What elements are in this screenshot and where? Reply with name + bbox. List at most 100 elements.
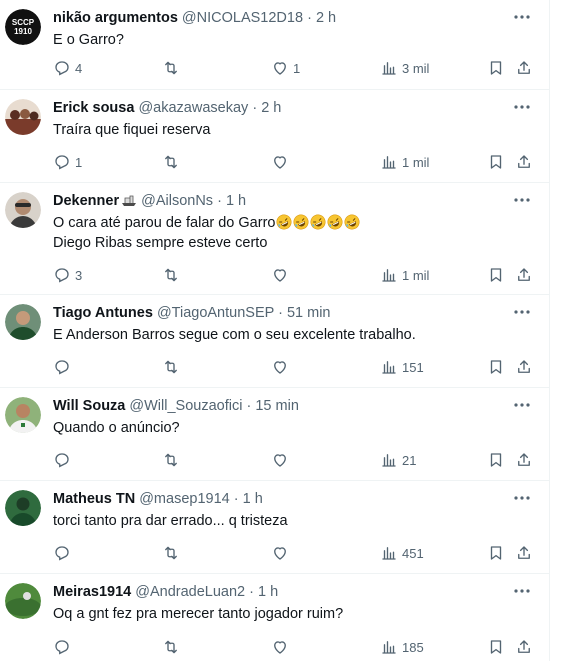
user-handle[interactable]: @masep1914: [139, 491, 230, 507]
bookmark-button[interactable]: [487, 637, 505, 657]
reply-button[interactable]: [53, 637, 75, 657]
views-button[interactable]: 151: [380, 357, 424, 377]
reply-icon: [55, 360, 69, 375]
reply-button[interactable]: 1: [53, 152, 82, 172]
timestamp[interactable]: 51 min: [287, 305, 331, 321]
share-button[interactable]: [515, 357, 533, 377]
share-icon: [518, 453, 530, 466]
avatar[interactable]: [5, 583, 41, 619]
more-options-icon[interactable]: [512, 583, 532, 599]
tweet[interactable]: Matheus TN @masep1914 · 1 h torci tanto …: [0, 481, 549, 574]
separator-dot: ·: [307, 10, 312, 26]
views-button[interactable]: 185: [380, 637, 424, 657]
user-handle[interactable]: @TiagoAntunSEP: [157, 305, 274, 321]
like-button[interactable]: [271, 450, 293, 470]
retweet-button[interactable]: [162, 450, 184, 470]
more-options-icon[interactable]: [512, 397, 532, 413]
display-name[interactable]: Dekenner: [53, 193, 119, 209]
share-icon: [518, 360, 530, 373]
share-button[interactable]: [515, 450, 533, 470]
tweet-text: torci tanto pra dar errado... q tristeza: [53, 511, 288, 531]
reply-button[interactable]: [53, 450, 75, 470]
like-button[interactable]: [271, 637, 293, 657]
bookmark-button[interactable]: [487, 265, 505, 285]
ship-emoji-icon: [121, 193, 137, 213]
bookmark-button[interactable]: [487, 543, 505, 563]
share-button[interactable]: [515, 152, 533, 172]
like-button[interactable]: [271, 543, 293, 563]
tweet-text-line: Traíra que fiquei reserva: [53, 122, 211, 138]
timestamp[interactable]: 1 h: [226, 193, 246, 209]
views-button[interactable]: 451: [380, 543, 424, 563]
share-button[interactable]: [515, 543, 533, 563]
avatar[interactable]: SCCP 1910: [5, 9, 41, 45]
avatar[interactable]: [5, 99, 41, 135]
share-button[interactable]: [515, 265, 533, 285]
user-handle[interactable]: @akazawasekay: [138, 100, 248, 116]
more-options-icon[interactable]: [512, 304, 532, 320]
reply-button[interactable]: 3: [53, 265, 82, 285]
avatar[interactable]: [5, 490, 41, 526]
like-button[interactable]: [271, 152, 293, 172]
retweet-button[interactable]: [162, 58, 184, 78]
display-name[interactable]: Meiras1914: [53, 584, 131, 600]
bookmark-button[interactable]: [487, 152, 505, 172]
more-options-icon[interactable]: [512, 99, 532, 115]
user-handle[interactable]: @AilsonNs: [141, 193, 213, 209]
tweet-header: Meiras1914 @AndradeLuan2 · 1 h: [53, 582, 278, 602]
more-options-icon[interactable]: [512, 9, 532, 25]
tweet-text-line: Quando o anúncio?: [53, 420, 180, 436]
like-button[interactable]: [271, 265, 293, 285]
tweet[interactable]: Erick sousa @akazawasekay · 2 h Traíra q…: [0, 90, 549, 183]
reply-button[interactable]: [53, 357, 75, 377]
display-name[interactable]: Tiago Antunes: [53, 305, 153, 321]
views-button[interactable]: 3 mil: [380, 58, 429, 78]
reply-button[interactable]: 4: [53, 58, 82, 78]
like-button[interactable]: 1: [271, 58, 300, 78]
views-button[interactable]: 1 mil: [380, 265, 429, 285]
retweet-button[interactable]: [162, 152, 184, 172]
display-name[interactable]: Erick sousa: [53, 100, 134, 116]
reply-button[interactable]: [53, 543, 75, 563]
bookmark-button[interactable]: [487, 450, 505, 470]
view-count: 185: [402, 639, 424, 655]
share-button[interactable]: [515, 58, 533, 78]
reply-count: 4: [75, 60, 83, 76]
user-handle[interactable]: @Will_Souzaofici: [129, 398, 242, 414]
reply-feed: SCCP 1910 nikão argumentos @NICOLAS12D18…: [0, 0, 550, 661]
retweet-button[interactable]: [162, 637, 184, 657]
more-options-icon[interactable]: [512, 192, 532, 208]
display-name[interactable]: nikão argumentos: [53, 10, 178, 26]
avatar[interactable]: [5, 397, 41, 433]
timestamp[interactable]: 1 h: [243, 491, 263, 507]
like-button[interactable]: [271, 357, 293, 377]
tweet-text: Quando o anúncio?: [53, 418, 180, 438]
timestamp[interactable]: 1 h: [258, 584, 278, 600]
user-handle[interactable]: @NICOLAS12D18: [182, 10, 303, 26]
tweet[interactable]: Dekenner @AilsonNs · 1 h O cara até paro…: [0, 183, 549, 295]
tweet[interactable]: Meiras1914 @AndradeLuan2 · 1 h Oq a gnt …: [0, 574, 549, 661]
bookmark-button[interactable]: [487, 357, 505, 377]
views-icon: [382, 361, 396, 374]
tweet[interactable]: SCCP 1910 nikão argumentos @NICOLAS12D18…: [0, 0, 549, 90]
views-button[interactable]: 1 mil: [380, 152, 429, 172]
share-button[interactable]: [515, 637, 533, 657]
avatar[interactable]: [5, 192, 41, 228]
bookmark-button[interactable]: [487, 58, 505, 78]
views-button[interactable]: 21: [380, 450, 416, 470]
more-options-icon[interactable]: [512, 490, 532, 506]
timestamp[interactable]: 2 h: [261, 100, 281, 116]
retweet-icon: [165, 268, 177, 282]
tweet-actions: 3 1 mil: [53, 265, 532, 285]
timestamp[interactable]: 2 h: [316, 10, 336, 26]
retweet-button[interactable]: [162, 265, 184, 285]
avatar[interactable]: [5, 304, 41, 340]
tweet[interactable]: Will Souza @Will_Souzaofici · 15 min Qua…: [0, 388, 549, 481]
timestamp[interactable]: 15 min: [255, 398, 299, 414]
tweet[interactable]: Tiago Antunes @TiagoAntunSEP · 51 min E …: [0, 295, 549, 388]
display-name[interactable]: Matheus TN: [53, 491, 135, 507]
retweet-button[interactable]: [162, 357, 184, 377]
user-handle[interactable]: @AndradeLuan2: [135, 584, 245, 600]
display-name[interactable]: Will Souza: [53, 398, 125, 414]
retweet-button[interactable]: [162, 543, 184, 563]
